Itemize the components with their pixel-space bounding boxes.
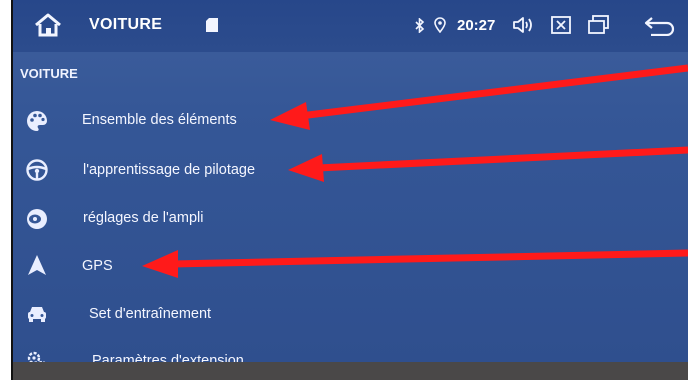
menu-item-label: Ensemble des éléments <box>82 112 237 128</box>
steering-wheel-icon <box>25 158 49 182</box>
device-bezel-bottom <box>13 362 688 380</box>
menu-item-pilotage[interactable]: l'apprentissage de pilotage <box>13 148 688 192</box>
section-header: VOITURE <box>20 66 78 81</box>
home-icon[interactable] <box>33 12 63 38</box>
car-icon <box>25 302 49 326</box>
clock: 20:27 <box>457 17 496 34</box>
menu-item-entrainement[interactable]: Set d'entraînement <box>13 292 688 336</box>
menu-item-label: Paramètres d'extension <box>92 353 244 362</box>
speaker-icon <box>25 207 49 231</box>
head-unit-screen: VOITURE 20:27 VOITURE Ensemble des éléme… <box>13 0 688 362</box>
navigation-arrow-icon <box>25 253 49 277</box>
menu-item-label: GPS <box>82 258 113 274</box>
bluetooth-icon <box>415 17 425 34</box>
gears-icon <box>25 349 49 362</box>
menu-item-label: Set d'entraînement <box>89 306 212 322</box>
location-pin-icon <box>434 17 446 34</box>
close-window-icon[interactable] <box>551 16 571 34</box>
menu-item-label: l'apprentissage de pilotage <box>83 162 256 178</box>
menu-item-label: réglages de l'ampli <box>83 210 204 226</box>
menu-item-ampli[interactable]: réglages de l'ampli <box>13 197 688 241</box>
palette-icon <box>25 109 49 133</box>
recent-apps-icon[interactable] <box>588 15 610 35</box>
sd-card-icon <box>206 18 218 32</box>
menu-item-ensemble[interactable]: Ensemble des éléments <box>13 99 688 143</box>
status-bar: VOITURE 20:27 <box>13 0 688 52</box>
app-title: VOITURE <box>89 16 163 33</box>
back-icon[interactable] <box>643 16 677 37</box>
menu-item-extension[interactable]: Paramètres d'extension <box>13 340 688 362</box>
volume-icon[interactable] <box>512 15 534 35</box>
device-bezel-left <box>0 0 13 380</box>
menu-item-gps[interactable]: GPS <box>13 243 688 287</box>
